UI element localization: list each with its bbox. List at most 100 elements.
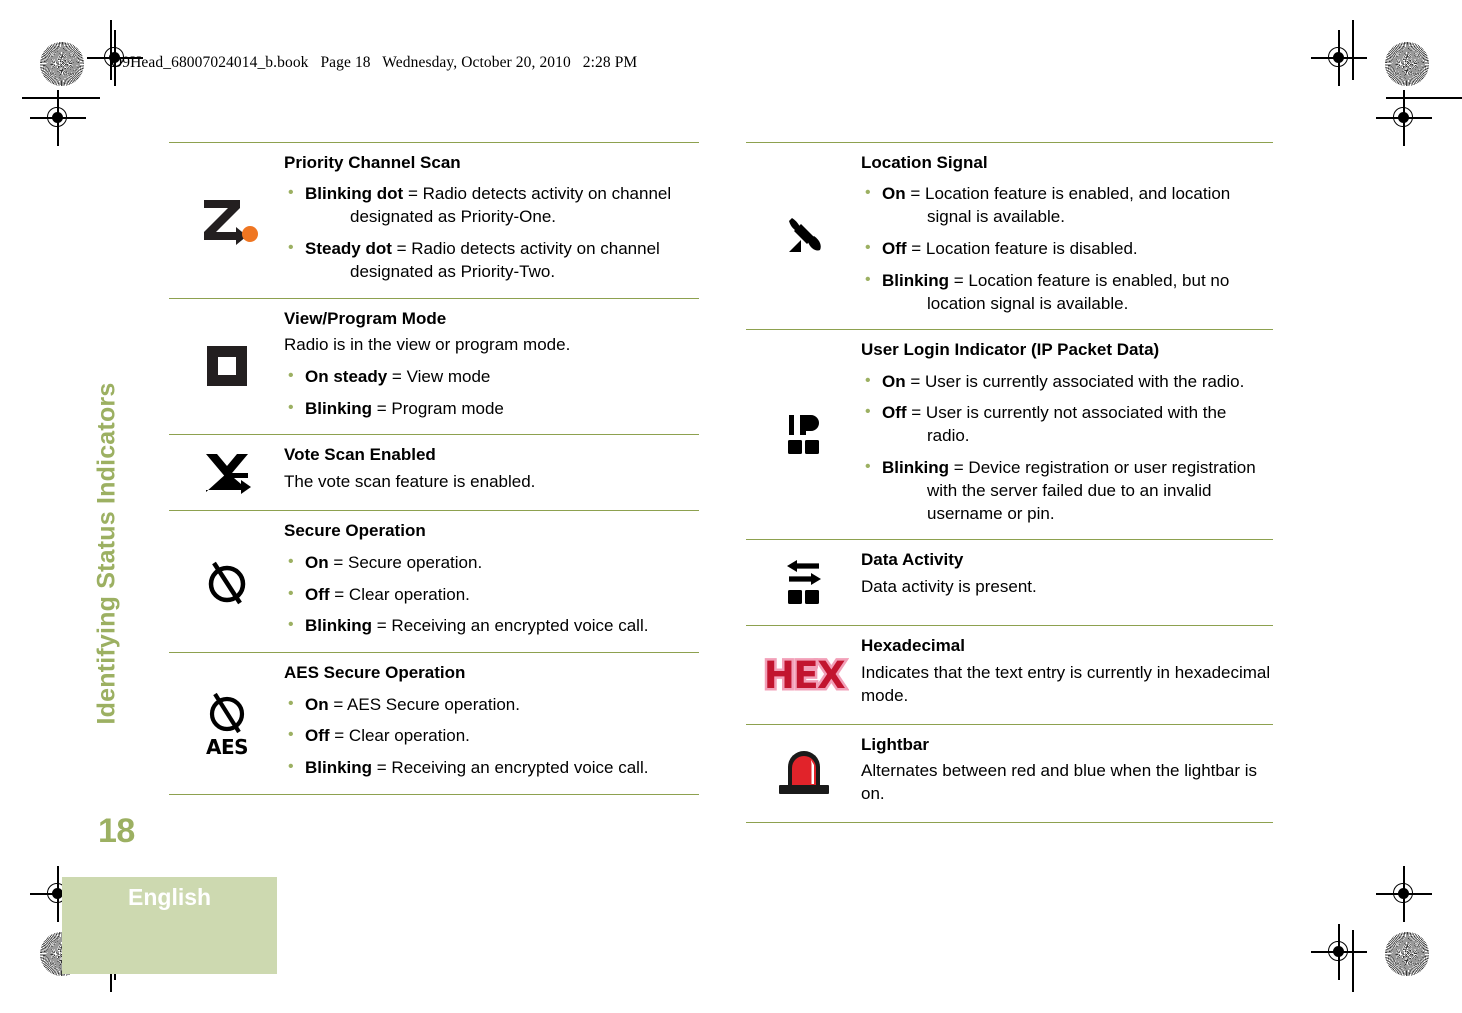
bullet-text: = AES Secure operation. xyxy=(328,694,520,714)
secure-operation-icon xyxy=(169,511,284,652)
item-title: Hexadecimal xyxy=(861,636,965,656)
item-title: Location Signal xyxy=(861,153,988,172)
table-row: Vote Scan Enabled The vote scan feature … xyxy=(169,434,699,510)
list-item: Blinking = Device registration or user r… xyxy=(861,456,1273,525)
bullet-label: Steady dot xyxy=(305,238,392,258)
bullet-text: = Location feature is enabled, but no lo… xyxy=(927,270,1230,313)
bullet-label: Blinking xyxy=(882,458,950,477)
bullet-text: = Location feature is disabled. xyxy=(906,238,1138,258)
table-cell-body: AES Secure Operation On = AES Secure ope… xyxy=(284,653,699,794)
bullet-label: Off xyxy=(882,238,907,258)
table-cell-body: User Login Indicator (IP Packet Data) On… xyxy=(861,330,1273,539)
bullet-text: = Receiving an encrypted voice call. xyxy=(372,616,649,636)
list-item: Blinking = Location feature is enabled, … xyxy=(861,269,1273,316)
priority-channel-scan-icon xyxy=(169,143,284,298)
list-item: Off = Location feature is disabled. xyxy=(861,237,1273,261)
item-title: User Login Indicator (IP Packet Data) xyxy=(861,340,1160,360)
item-title: Data Activity xyxy=(861,550,964,570)
registration-rosette-bottom-right xyxy=(1385,932,1429,976)
status-indicator-table-right: Location Signal On = Location feature is… xyxy=(746,142,1273,823)
list-item: On steady = View mode xyxy=(284,365,699,389)
item-description: Data activity is present. xyxy=(861,576,1037,596)
list-item: Off = User is currently not associated w… xyxy=(861,401,1273,448)
aes-secure-operation-icon: AES xyxy=(169,653,284,794)
table-cell-body: Vote Scan Enabled The vote scan feature … xyxy=(284,435,699,509)
registration-rosette-top-right xyxy=(1385,42,1429,86)
bullet-text: = Location feature is enabled, and locat… xyxy=(905,184,1231,227)
item-title: Lightbar xyxy=(861,734,929,754)
svg-text:AES: AES xyxy=(205,735,247,759)
table-cell-body: Data Activity Data activity is present. xyxy=(861,540,1273,614)
bullet-text: = User is currently not associated with … xyxy=(906,403,1227,446)
lightbar-icon xyxy=(746,725,861,822)
table-row: Data Activity Data activity is present. xyxy=(746,539,1273,625)
bullet-text: = View mode xyxy=(387,366,491,386)
list-item: Blinking = Receiving an encrypted voice … xyxy=(284,614,699,638)
item-title: View/Program Mode xyxy=(284,308,447,328)
bullet-text: = Clear operation. xyxy=(329,726,470,746)
hexadecimal-icon: HEX xyxy=(746,626,861,723)
bullet-list: On = User is currently associated with t… xyxy=(861,370,1273,526)
list-item: Blinking = Program mode xyxy=(284,397,699,421)
book-header-line: O9Head_68007024014_b.book Page 18 Wednes… xyxy=(111,54,638,71)
bullet-text: = Device registration or user registrati… xyxy=(927,458,1256,523)
crop-line-right-vertical xyxy=(1352,20,1354,80)
list-item: On = AES Secure operation. xyxy=(284,693,699,717)
registration-target-left-upper xyxy=(30,90,86,146)
bullet-label: On xyxy=(305,694,329,714)
language-label: English xyxy=(128,884,212,910)
list-item: On = Secure operation. xyxy=(284,551,699,575)
table-row: User Login Indicator (IP Packet Data) On… xyxy=(746,329,1273,539)
item-description: Radio is in the view or program mode. xyxy=(284,334,571,354)
registration-rosette-top-left xyxy=(40,42,84,86)
table-cell-body: Lightbar Alternates between red and blue… xyxy=(861,725,1273,822)
bullet-label: Blinking xyxy=(882,270,950,290)
item-title: Secure Operation xyxy=(284,521,426,541)
registration-target-right-lower xyxy=(1376,866,1432,922)
table-row: Secure Operation On = Secure operation. … xyxy=(169,510,699,652)
table-cell-body: Priority Channel Scan Blinking dot = Rad… xyxy=(284,143,699,298)
bullet-list: On = Location feature is enabled, and lo… xyxy=(861,182,1273,316)
table-row: Lightbar Alternates between red and blue… xyxy=(746,723,1273,823)
bullet-list: On steady = View mode Blinking = Program… xyxy=(284,365,699,421)
bullet-text: = Program mode xyxy=(372,398,504,418)
table-row: Location Signal On = Location feature is… xyxy=(746,142,1273,329)
list-item: Blinking dot = Radio detects activity on… xyxy=(284,182,699,229)
bullet-list: On = Secure operation. Off = Clear opera… xyxy=(284,551,699,638)
crop-line-top-left-h xyxy=(22,97,100,99)
registration-target-right-upper xyxy=(1376,90,1432,146)
view-program-mode-icon xyxy=(169,299,284,435)
item-title: AES Secure Operation xyxy=(284,663,466,683)
bullet-label: On xyxy=(882,371,906,391)
list-item: On = User is currently associated with t… xyxy=(861,370,1273,394)
bullet-list: Blinking dot = Radio detects activity on… xyxy=(284,182,699,283)
item-description: The vote scan feature is enabled. xyxy=(284,471,536,491)
table-cell-body: View/Program Mode Radio is in the view o… xyxy=(284,299,699,435)
bullet-label: Blinking xyxy=(305,398,373,418)
table-row: View/Program Mode Radio is in the view o… xyxy=(169,297,699,435)
hexadecimal-icon-text: HEX xyxy=(763,654,844,697)
list-item: On = Location feature is enabled, and lo… xyxy=(861,182,1273,229)
table-row: AES AES Secure Operation On = AES Secure… xyxy=(169,652,699,795)
item-title: Priority Channel Scan xyxy=(284,153,461,172)
bullet-text: = Receiving an encrypted voice call. xyxy=(372,758,649,778)
vote-scan-icon xyxy=(169,435,284,510)
bullet-label: Off xyxy=(305,726,330,746)
list-item: Off = Clear operation. xyxy=(284,724,699,748)
table-cell-body: Secure Operation On = Secure operation. … xyxy=(284,511,699,652)
bullet-label: Off xyxy=(882,403,907,423)
bullet-label: Off xyxy=(305,584,330,604)
table-cell-body: Hexadecimal Indicates that the text entr… xyxy=(861,626,1273,723)
crop-line-right-vertical-bottom xyxy=(1352,930,1354,992)
bullet-text: = Secure operation. xyxy=(328,552,483,572)
bullet-label: On xyxy=(882,184,906,204)
list-item: Blinking = Receiving an encrypted voice … xyxy=(284,756,699,780)
data-activity-icon xyxy=(746,540,861,625)
list-item: Off = Clear operation. xyxy=(284,583,699,607)
bullet-label: Blinking xyxy=(305,758,373,778)
item-description: Alternates between red and blue when the… xyxy=(861,761,1257,803)
bullet-label: Blinking dot xyxy=(305,184,404,204)
bullet-label: Blinking xyxy=(305,616,373,636)
table-row: HEX Hexadecimal Indicates that the text … xyxy=(746,625,1273,723)
crop-line-top-right-h xyxy=(1386,97,1462,99)
